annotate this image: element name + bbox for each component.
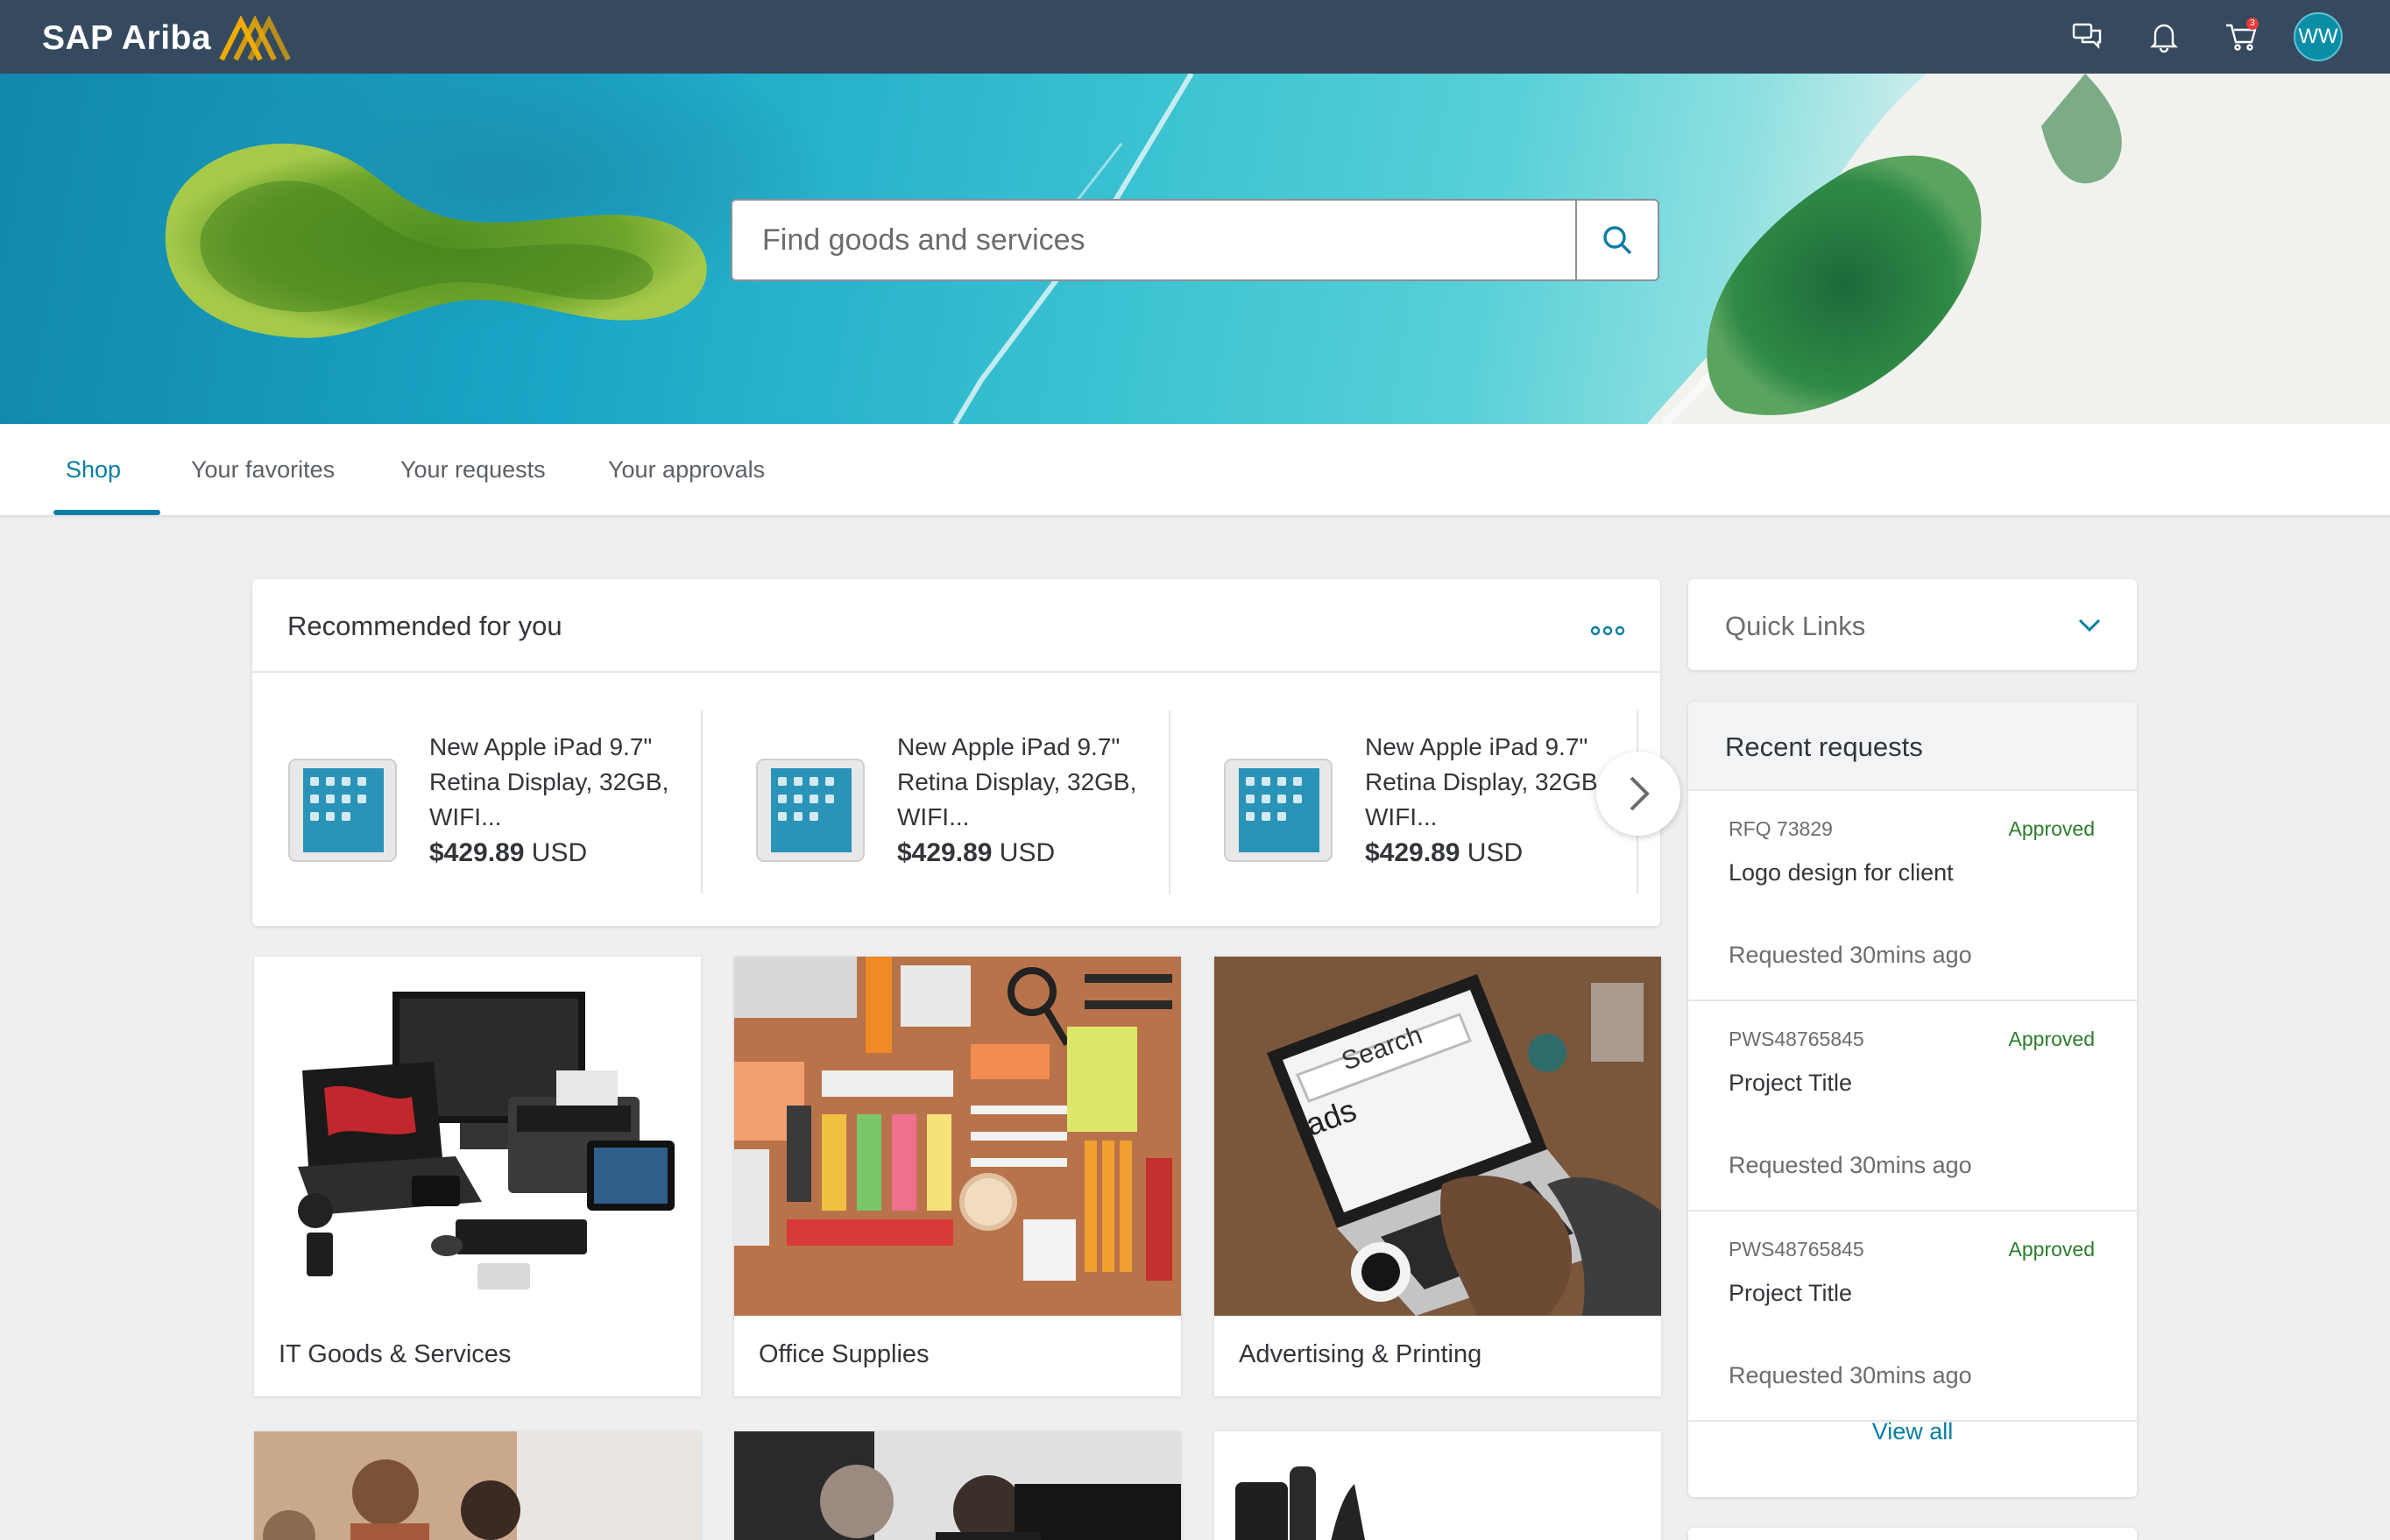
request-item[interactable]: PWS48765845 Approved Project Title Reque… bbox=[1688, 1001, 2137, 1212]
office-supplies-image bbox=[734, 957, 1181, 1316]
category-label: IT Goods & Services bbox=[279, 1340, 512, 1368]
quick-links-dropdown[interactable]: Quick Links bbox=[1688, 579, 2137, 670]
recent-requests-card: Recent requests RFQ 73829 Approved Logo … bbox=[1688, 702, 2137, 1497]
category-tile-office-supplies[interactable]: Office Supplies bbox=[734, 957, 1181, 1396]
shell-actions: 3 WW bbox=[2034, 12, 2343, 61]
advertising-printing-image: Search ads bbox=[1214, 957, 1661, 1316]
view-all-link[interactable]: View all bbox=[1688, 1418, 2137, 1445]
category-tile-partial[interactable] bbox=[1214, 1431, 1661, 1540]
product-tile[interactable]: New Apple iPad 9.7" Retina Display, 32GB… bbox=[254, 730, 710, 914]
search-box bbox=[731, 199, 1659, 281]
product-price: $429.89 USD bbox=[1365, 838, 1523, 868]
user-avatar[interactable]: WW bbox=[2294, 12, 2343, 61]
more-options-icon[interactable] bbox=[1590, 625, 1625, 637]
it-goods-image bbox=[254, 957, 701, 1316]
product-price: $429.89 USD bbox=[897, 838, 1055, 868]
ipad-product-image bbox=[756, 759, 865, 862]
ipad-product-image bbox=[288, 759, 397, 862]
category-tile-advertising-printing[interactable]: Search ads Advertising & Printing bbox=[1214, 957, 1661, 1396]
next-card-partial bbox=[1688, 1528, 2137, 1540]
notifications-button[interactable] bbox=[2139, 12, 2188, 61]
chat-button[interactable] bbox=[2062, 12, 2111, 61]
request-time: Requested 30mins ago bbox=[1729, 1362, 1972, 1388]
product-separator bbox=[1169, 710, 1170, 894]
price-amount: $429.89 bbox=[897, 838, 993, 867]
price-currency: USD bbox=[1467, 838, 1524, 867]
shell-bar: SAP Ariba 3 WW bbox=[0, 0, 2390, 74]
recent-requests-title: Recent requests bbox=[1725, 731, 1923, 762]
chat-icon bbox=[2072, 23, 2102, 49]
product-tile[interactable]: New Apple iPad 9.7" Retina Display, 32GB… bbox=[1190, 730, 1645, 914]
price-currency: USD bbox=[999, 838, 1056, 867]
carousel-next-button[interactable] bbox=[1596, 752, 1680, 836]
price-amount: $429.89 bbox=[429, 838, 525, 867]
tab-your-favorites[interactable]: Your favorites bbox=[191, 424, 335, 515]
search-button[interactable] bbox=[1575, 201, 1658, 279]
request-time: Requested 30mins ago bbox=[1729, 942, 1972, 968]
recommended-title: Recommended for you bbox=[287, 611, 562, 641]
product-name: New Apple iPad 9.7" Retina Display, 32GB… bbox=[429, 733, 669, 830]
price-currency: USD bbox=[531, 838, 588, 867]
request-item[interactable]: RFQ 73829 Approved Logo design for clien… bbox=[1688, 791, 2137, 1001]
request-name: Project Title bbox=[1729, 1280, 1853, 1306]
recent-requests-header: Recent requests bbox=[1688, 702, 2137, 791]
phone-equipment-image bbox=[1214, 1431, 1661, 1540]
chevron-right-icon bbox=[1630, 776, 1650, 811]
search-input[interactable] bbox=[732, 201, 1575, 279]
chevron-down-icon bbox=[2078, 618, 2101, 632]
tab-bar: Shop Your favorites Your requests Your a… bbox=[0, 424, 2390, 515]
product-name: New Apple iPad 9.7" Retina Display, 32GB… bbox=[1365, 733, 1605, 830]
hero-banner bbox=[0, 74, 2390, 424]
category-label: Office Supplies bbox=[759, 1340, 930, 1368]
people-meeting-image bbox=[254, 1431, 701, 1540]
sap-ariba-logo[interactable]: SAP Ariba bbox=[42, 16, 292, 61]
price-amount: $429.89 bbox=[1365, 838, 1460, 867]
tab-your-requests[interactable]: Your requests bbox=[400, 424, 546, 515]
request-id: RFQ 73829 bbox=[1729, 817, 1833, 840]
tab-shop[interactable]: Shop bbox=[66, 424, 121, 515]
product-tile[interactable]: New Apple iPad 9.7" Retina Display, 32GB… bbox=[722, 730, 1177, 914]
brand-name: SAP Ariba bbox=[42, 19, 212, 57]
cart-button[interactable]: 3 bbox=[2217, 12, 2266, 61]
request-name: Logo design for client bbox=[1729, 859, 1954, 886]
status-badge: Approved bbox=[2008, 1238, 2095, 1261]
quick-links-title: Quick Links bbox=[1725, 611, 1866, 641]
category-label: Advertising & Printing bbox=[1239, 1340, 1482, 1368]
product-name: New Apple iPad 9.7" Retina Display, 32GB… bbox=[897, 733, 1137, 830]
status-badge: Approved bbox=[2008, 817, 2095, 840]
search-icon bbox=[1603, 226, 1632, 255]
notification-bell-icon bbox=[2150, 24, 2178, 53]
active-tab-indicator bbox=[53, 510, 160, 515]
business-people-image bbox=[734, 1431, 1181, 1540]
request-time: Requested 30mins ago bbox=[1729, 1152, 1972, 1178]
product-separator bbox=[701, 710, 703, 894]
product-price: $429.89 USD bbox=[429, 838, 587, 868]
request-name: Project Title bbox=[1729, 1070, 1853, 1096]
category-tile-partial[interactable] bbox=[734, 1431, 1181, 1540]
category-tile-it-goods[interactable]: IT Goods & Services bbox=[254, 957, 701, 1396]
card-divider bbox=[252, 671, 1660, 673]
ipad-product-image bbox=[1224, 759, 1333, 862]
ariba-logo-icon bbox=[219, 16, 291, 61]
cart-count-badge: 3 bbox=[2246, 18, 2259, 30]
tab-your-approvals[interactable]: Your approvals bbox=[608, 424, 765, 515]
status-badge: Approved bbox=[2008, 1028, 2095, 1050]
request-id: PWS48765845 bbox=[1729, 1028, 1864, 1050]
category-tile-partial[interactable] bbox=[254, 1431, 701, 1540]
request-item[interactable]: PWS48765845 Approved Project Title Reque… bbox=[1688, 1212, 2137, 1422]
request-id: PWS48765845 bbox=[1729, 1238, 1864, 1261]
